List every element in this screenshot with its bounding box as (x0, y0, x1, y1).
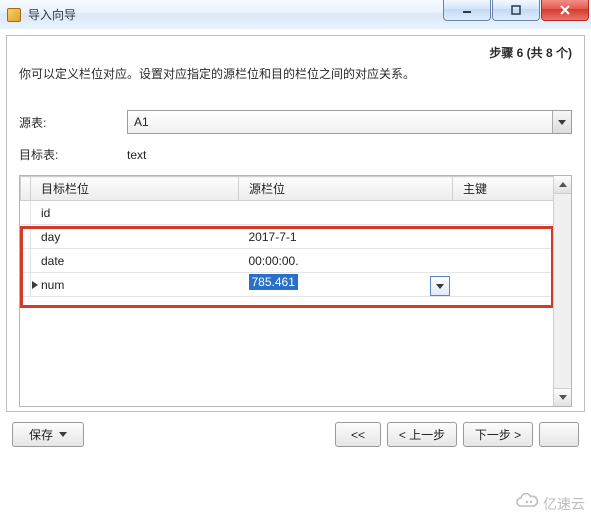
mapping-data-table: 目标栏位 源栏位 主键 id (20, 176, 554, 297)
target-column-header[interactable]: 目标栏位 (31, 177, 239, 201)
source-cell[interactable]: 2017-7-1 (239, 225, 453, 249)
prev-button[interactable]: < 上一步 (387, 422, 457, 447)
chevron-down-icon (559, 395, 567, 400)
chevron-down-icon (59, 432, 67, 437)
target-cell[interactable]: num (31, 273, 239, 297)
table-header-row: 目标栏位 源栏位 主键 (21, 177, 554, 201)
watermark-text: 亿速云 (543, 494, 585, 514)
pk-cell[interactable] (453, 249, 554, 273)
first-button[interactable]: << (335, 422, 381, 447)
target-cell[interactable]: day (31, 225, 239, 249)
window-controls (442, 0, 589, 21)
row-selector-header (21, 177, 31, 201)
window: 导入向导 步骤 6 (共 8 个) 你可以定义栏位对应。设置对应指定的源栏位和目… (0, 0, 591, 518)
next-button-label: 下一步 > (475, 426, 521, 443)
watermark: 亿速云 (515, 493, 585, 514)
row-selector[interactable] (21, 273, 31, 297)
row-selector[interactable] (21, 225, 31, 249)
scroll-down-button[interactable] (554, 388, 571, 406)
row-selector[interactable] (21, 201, 31, 225)
target-table-value: text (127, 148, 146, 162)
minimize-icon (462, 5, 472, 15)
source-cell-editor[interactable]: 785.461 (239, 273, 453, 297)
cell-dropdown-button[interactable] (430, 276, 450, 296)
chevron-down-icon (552, 111, 571, 133)
prev-button-label: < 上一步 (399, 426, 445, 443)
vertical-scrollbar[interactable] (553, 176, 571, 406)
target-table-label: 目标表: (19, 146, 127, 163)
last-button[interactable] (539, 422, 579, 447)
target-table-row: 目标表: text (19, 146, 572, 163)
close-button[interactable] (541, 0, 589, 21)
source-column-header[interactable]: 源栏位 (239, 177, 453, 201)
pk-cell[interactable] (453, 273, 554, 297)
table-row[interactable]: id (21, 201, 554, 225)
pk-cell[interactable] (453, 201, 554, 225)
source-table-value: A1 (134, 115, 149, 129)
source-table-label: 源表: (19, 114, 127, 131)
step-indicator: 步骤 6 (共 8 个) (19, 44, 572, 61)
window-title: 导入向导 (28, 6, 76, 23)
target-cell[interactable]: id (31, 201, 239, 225)
cloud-icon (515, 493, 539, 514)
source-cell[interactable] (239, 201, 453, 225)
chevron-up-icon (559, 182, 567, 187)
pk-column-header[interactable]: 主键 (453, 177, 554, 201)
pk-cell[interactable] (453, 225, 554, 249)
description-text: 你可以定义栏位对应。设置对应指定的源栏位和目的栏位之间的对应关系。 (19, 65, 572, 82)
target-cell[interactable]: date (31, 249, 239, 273)
table-row[interactable]: day 2017-7-1 (21, 225, 554, 249)
app-icon (6, 7, 22, 23)
client-area: 步骤 6 (共 8 个) 你可以定义栏位对应。设置对应指定的源栏位和目的栏位之间… (0, 29, 591, 518)
maximize-button[interactable] (492, 0, 540, 21)
table-row[interactable]: num 785.461 (21, 273, 554, 297)
source-table-dropdown[interactable]: A1 (127, 110, 572, 134)
chevron-down-icon (436, 284, 444, 289)
source-cell-value-selected: 785.461 (249, 274, 298, 290)
scroll-up-button[interactable] (554, 176, 571, 194)
minimize-button[interactable] (443, 0, 491, 21)
table-row[interactable]: date 00:00:00. (21, 249, 554, 273)
scroll-track[interactable] (554, 194, 571, 388)
close-icon (560, 5, 570, 15)
save-button-label: 保存 (29, 426, 53, 443)
next-button[interactable]: 下一步 > (463, 422, 533, 447)
save-button[interactable]: 保存 (12, 422, 84, 447)
source-table-row: 源表: A1 (19, 110, 572, 134)
mapping-table: 目标栏位 源栏位 主键 id (19, 175, 572, 407)
source-cell[interactable]: 00:00:00. (239, 249, 453, 273)
wizard-button-bar: 保存 << < 上一步 下一步 > (6, 412, 585, 453)
row-selector[interactable] (21, 249, 31, 273)
content-panel: 步骤 6 (共 8 个) 你可以定义栏位对应。设置对应指定的源栏位和目的栏位之间… (6, 35, 585, 412)
titlebar: 导入向导 (0, 0, 591, 30)
maximize-icon (511, 5, 521, 15)
first-button-label: << (351, 428, 365, 442)
